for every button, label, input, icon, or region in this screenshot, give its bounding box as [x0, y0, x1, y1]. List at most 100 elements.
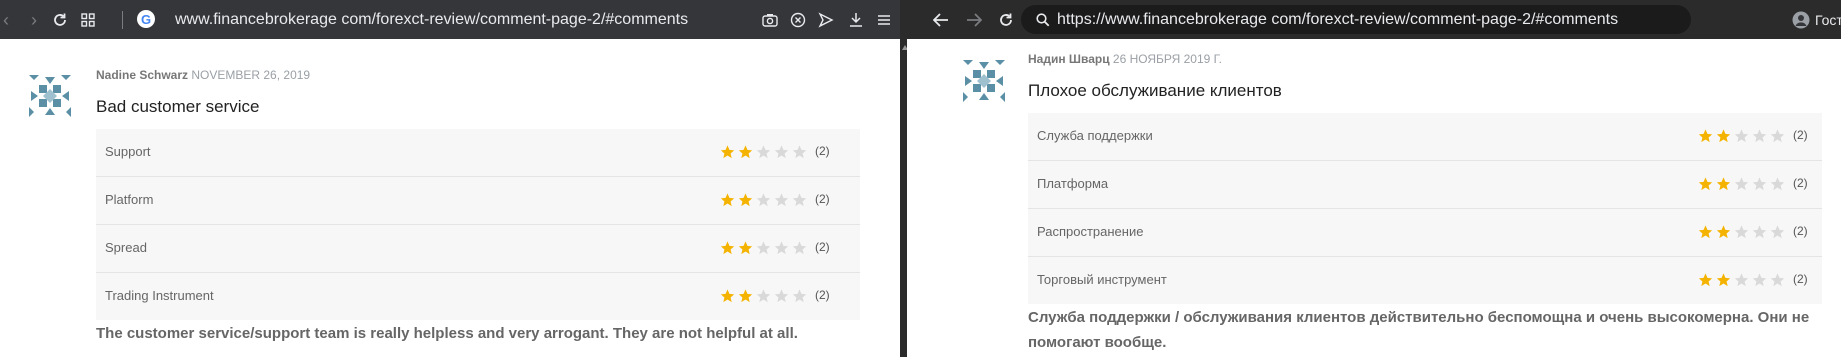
star-filled-icon [1697, 224, 1714, 240]
address-bar[interactable]: www.financebrokerage com/forexct-review/… [175, 11, 688, 29]
star-rating [1697, 272, 1786, 288]
star-empty-icon [755, 288, 772, 304]
reload-icon[interactable] [994, 8, 1018, 32]
rating-row: Platform (2) [96, 177, 860, 225]
rating-count: (2) [815, 240, 830, 254]
star-empty-icon [791, 288, 808, 304]
left-browser-window: ‹ › G www.financebrokerage com/forexct-r… [0, 0, 900, 357]
star-filled-icon [719, 192, 736, 208]
reload-icon[interactable] [48, 8, 72, 32]
star-empty-icon [1769, 128, 1786, 144]
toolbar-separator [122, 11, 123, 29]
rating-count: (2) [1793, 176, 1808, 190]
star-rating [1697, 224, 1786, 240]
star-empty-icon [1751, 272, 1768, 288]
star-empty-icon [791, 192, 808, 208]
rating-count: (2) [815, 144, 830, 158]
rating-label: Spread [105, 240, 147, 255]
star-empty-icon [1733, 224, 1750, 240]
rating-count: (2) [815, 192, 830, 206]
star-empty-icon [791, 144, 808, 160]
star-empty-icon [755, 144, 772, 160]
rating-row: Служба поддержки (2) [1028, 113, 1822, 161]
star-empty-icon [1751, 128, 1768, 144]
ratings-table: Support (2) Platform (2) Spread (2) Trading In… [96, 129, 860, 320]
star-empty-icon [1733, 128, 1750, 144]
star-empty-icon [773, 144, 790, 160]
rating-row: Support (2) [96, 129, 860, 177]
star-empty-icon [773, 288, 790, 304]
star-rating [719, 240, 808, 256]
rating-label: Платформа [1037, 176, 1109, 191]
camera-icon[interactable] [758, 8, 782, 32]
star-filled-icon [719, 288, 736, 304]
left-browser-toolbar: ‹ › G www.financebrokerage com/forexct-r… [0, 0, 900, 39]
back-icon[interactable] [929, 8, 953, 32]
star-filled-icon [737, 288, 754, 304]
profile-icon[interactable] [1791, 8, 1811, 32]
back-icon[interactable]: ‹ [0, 8, 18, 32]
rating-label: Platform [105, 192, 154, 207]
rating-row: Торговый инструмент (2) [1028, 257, 1822, 304]
right-browser-toolbar: https://www.financebrokerage com/forexct… [907, 0, 1841, 39]
avatar [963, 60, 1005, 102]
star-empty-icon [755, 192, 772, 208]
star-empty-icon [773, 192, 790, 208]
comment-date: 26 НОЯБРЯ 2019 Г. [1112, 52, 1223, 66]
rating-count: (2) [815, 288, 830, 302]
window-divider [900, 0, 908, 357]
comment-title: Bad customer service [96, 97, 260, 116]
star-rating [1697, 176, 1786, 192]
rating-label: Служба поддержки [1037, 128, 1153, 143]
rating-count: (2) [1793, 224, 1808, 238]
star-empty-icon [1769, 176, 1786, 192]
star-rating [1697, 128, 1786, 144]
comment-meta: Надин Шварц 26 НОЯБРЯ 2019 Г. [1028, 52, 1222, 66]
star-empty-icon [1769, 272, 1786, 288]
rating-label: Торговый инструмент [1037, 272, 1167, 287]
download-icon[interactable] [844, 8, 868, 32]
star-empty-icon [1751, 224, 1768, 240]
star-empty-icon [1769, 224, 1786, 240]
star-filled-icon [1715, 272, 1732, 288]
avatar [29, 75, 71, 117]
author-name: Надин Шварц [1028, 52, 1110, 66]
star-rating [719, 144, 808, 160]
google-icon: G [137, 10, 155, 28]
star-filled-icon [719, 240, 736, 256]
rating-row: Spread (2) [96, 225, 860, 273]
rating-row: Trading Instrument (2) [96, 273, 860, 320]
star-filled-icon [1697, 272, 1714, 288]
author-name: Nadine Schwarz [96, 68, 189, 82]
comment-date: NOVEMBER 26, 2019 [191, 68, 311, 82]
comment-title: Плохое обслуживание клиентов [1028, 81, 1282, 100]
star-empty-icon [755, 240, 772, 256]
star-filled-icon [1697, 128, 1714, 144]
star-rating [719, 288, 808, 304]
comment-meta: Nadine Schwarz NOVEMBER 26, 2019 [96, 68, 310, 82]
star-filled-icon [1715, 128, 1732, 144]
apps-grid-icon[interactable] [76, 8, 100, 32]
rating-label: Trading Instrument [105, 288, 214, 303]
close-circle-icon[interactable] [786, 8, 810, 32]
rating-label: Support [105, 144, 151, 159]
menu-icon[interactable] [872, 8, 896, 32]
star-filled-icon [1715, 176, 1732, 192]
rating-row: Платформа (2) [1028, 161, 1822, 209]
star-empty-icon [1733, 272, 1750, 288]
star-filled-icon [737, 192, 754, 208]
profile-label[interactable]: Гость [1815, 12, 1841, 28]
forward-icon[interactable] [962, 8, 986, 32]
star-filled-icon [737, 240, 754, 256]
review-text: The customer service/support team is rea… [96, 325, 798, 342]
star-filled-icon [719, 144, 736, 160]
rating-count: (2) [1793, 272, 1808, 286]
search-icon [1031, 8, 1055, 32]
send-icon[interactable] [814, 8, 838, 32]
address-bar[interactable]: https://www.financebrokerage com/forexct… [1057, 11, 1618, 29]
rating-count: (2) [1793, 128, 1808, 142]
star-rating [719, 192, 808, 208]
star-filled-icon [1715, 224, 1732, 240]
forward-icon[interactable]: › [22, 8, 46, 32]
right-browser-window: https://www.financebrokerage com/forexct… [907, 0, 1841, 357]
